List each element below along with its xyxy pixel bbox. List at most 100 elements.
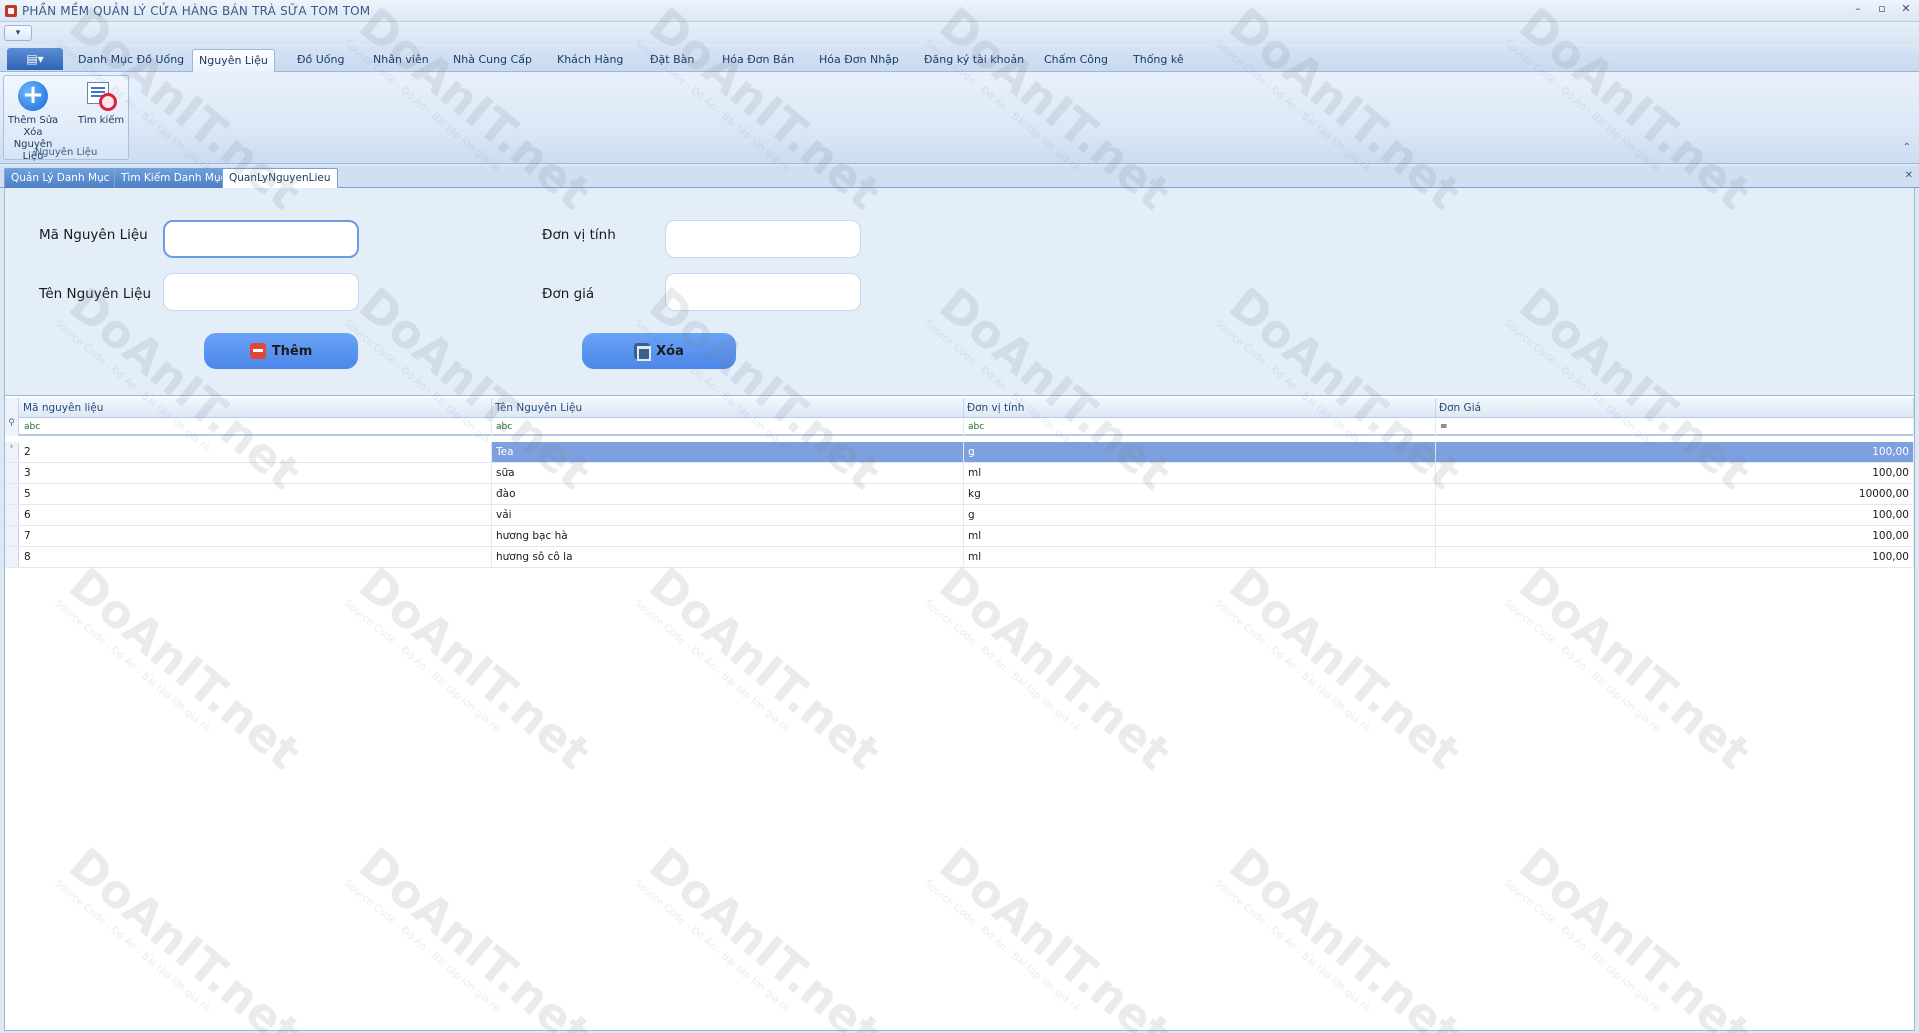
ma-nguyen-lieu-label: Mã Nguyên Liệu <box>39 227 148 243</box>
tab-nha-cung-cap[interactable]: Nhà Cung Cấp <box>447 49 538 72</box>
filter-cell-don-gia[interactable]: = <box>1436 418 1914 436</box>
search-document-icon <box>85 81 117 111</box>
app-icon <box>5 4 17 17</box>
quick-access-dropdown[interactable]: ▾ <box>4 25 32 41</box>
application-menu-button[interactable]: ▤▾ <box>7 48 63 70</box>
close-document-icon[interactable]: ✕ <box>1905 170 1913 181</box>
ribbon-group-caption: Nguyên Liệu <box>34 147 98 158</box>
add-button[interactable]: Thêm <box>204 333 358 369</box>
tab-nguyen-lieu[interactable]: Nguyên Liệu <box>192 49 275 72</box>
cell-ma[interactable]: 8 <box>20 547 492 567</box>
tab-thong-ke[interactable]: Thống kê <box>1127 49 1190 72</box>
cell-don-gia[interactable]: 100,00 <box>1436 442 1914 462</box>
ribbon-group-nguyen-lieu: + Thêm Sửa Xóa Nguyên Liệu Tìm kiếm Nguy… <box>3 75 130 162</box>
cell-ten[interactable]: Tea <box>492 442 964 462</box>
search-ingredient-button[interactable]: Tìm kiếm <box>72 78 130 144</box>
add-button-label: Thêm <box>271 343 313 359</box>
ten-nguyen-lieu-input[interactable] <box>163 273 359 311</box>
tab-tim-kiem-danh-muc[interactable]: Tìm Kiếm Danh Mục <box>114 168 234 188</box>
row-indicator[interactable] <box>5 505 19 525</box>
minimize-button[interactable]: – <box>1851 2 1865 15</box>
table-row[interactable]: 7 hương bạc hà ml 100,00 <box>5 526 1914 547</box>
ingredient-form: Mã Nguyên Liệu Tên Nguyên Liệu Đơn vị tí… <box>4 188 1915 395</box>
grid-header: Mã nguyên liệu Tên Nguyên Liệu Đơn vị tí… <box>5 398 1914 418</box>
ten-nguyen-lieu-label: Tên Nguyên Liệu <box>39 286 152 302</box>
tab-nhan-vien[interactable]: Nhân viên <box>367 49 435 72</box>
filter-cell-ma[interactable]: abc <box>20 418 492 436</box>
row-focus-indicator-icon[interactable]: › <box>5 442 19 462</box>
cell-ma[interactable]: 5 <box>20 484 492 504</box>
table-row[interactable]: 8 hương sô cô la ml 100,00 <box>5 547 1914 568</box>
cell-don-vi[interactable]: ml <box>964 547 1436 567</box>
cell-don-vi[interactable]: ml <box>964 463 1436 483</box>
trash-icon <box>634 343 652 361</box>
cell-ten[interactable]: sữa <box>492 463 964 483</box>
cell-ma[interactable]: 6 <box>20 505 492 525</box>
cell-ma[interactable]: 7 <box>20 526 492 546</box>
search-label: Tìm kiếm <box>77 115 125 126</box>
cell-ten[interactable]: hương bạc hà <box>492 526 964 546</box>
delete-button[interactable]: Xóa <box>582 333 736 369</box>
ingredient-grid: Mã nguyên liệu Tên Nguyên Liệu Đơn vị tí… <box>4 395 1915 1031</box>
cell-don-vi[interactable]: kg <box>964 484 1436 504</box>
maximize-button[interactable]: ▫ <box>1875 2 1889 15</box>
tab-dang-ky-tai-khoan[interactable]: Đăng ký tài khoản <box>918 49 1030 72</box>
don-vi-tinh-input[interactable] <box>665 220 861 258</box>
table-row[interactable]: 5 đào kg 10000,00 <box>5 484 1914 505</box>
don-gia-input[interactable] <box>665 273 861 311</box>
table-row[interactable]: › 2 Tea g 100,00 <box>5 442 1914 463</box>
column-header-ten[interactable]: Tên Nguyên Liệu <box>492 398 964 418</box>
header-indicator <box>5 398 19 418</box>
cell-don-vi[interactable]: g <box>964 442 1436 462</box>
row-indicator[interactable] <box>5 463 19 483</box>
collapse-ribbon-icon[interactable]: ⌃ <box>1903 142 1911 153</box>
close-button[interactable]: ✕ <box>1899 2 1913 15</box>
cell-don-vi[interactable]: g <box>964 505 1436 525</box>
window-title: PHẦN MỀM QUẢN LÝ CỬA HÀNG BÁN TRÀ SỮA TO… <box>22 3 371 18</box>
window-controls: – ▫ ✕ <box>1851 2 1913 15</box>
cell-ten[interactable]: vải <box>492 505 964 525</box>
column-header-ma[interactable]: Mã nguyên liệu <box>20 398 492 418</box>
document-tabs: Quản Lý Danh Mục Tìm Kiếm Danh Mục QuanL… <box>0 166 1919 188</box>
app-menu-icon: ▤▾ <box>26 52 44 66</box>
filter-icon: ⚲ <box>5 418 19 436</box>
cell-ma[interactable]: 2 <box>20 442 492 462</box>
row-indicator[interactable] <box>5 547 19 567</box>
tab-quan-ly-nguyen-lieu[interactable]: QuanLyNguyenLieu <box>222 168 338 188</box>
cell-ten[interactable]: hương sô cô la <box>492 547 964 567</box>
filter-cell-don-vi[interactable]: abc <box>964 418 1436 436</box>
table-row[interactable]: 3 sữa ml 100,00 <box>5 463 1914 484</box>
auto-filter-row: ⚲ abc abc abc = <box>5 418 1914 436</box>
tab-khach-hang[interactable]: Khách Hàng <box>551 49 629 72</box>
tab-danh-muc-do-uong[interactable]: Danh Mục Đồ Uống <box>72 49 190 72</box>
ma-nguyen-lieu-input[interactable] <box>163 220 359 258</box>
cell-don-vi[interactable]: ml <box>964 526 1436 546</box>
row-indicator[interactable] <box>5 484 19 504</box>
cell-don-gia[interactable]: 100,00 <box>1436 463 1914 483</box>
tab-cham-cong[interactable]: Chấm Công <box>1038 49 1114 72</box>
tab-dat-ban[interactable]: Đặt Bàn <box>644 49 700 72</box>
tab-hoa-don-nhap[interactable]: Hóa Đơn Nhập <box>813 49 905 72</box>
plus-circle-icon: + <box>18 81 48 111</box>
tab-hoa-don-ban[interactable]: Hóa Đơn Bán <box>716 49 800 72</box>
quick-access-toolbar: ▾ <box>0 22 1919 44</box>
filter-cell-ten[interactable]: abc <box>492 418 964 436</box>
tab-quan-ly-danh-muc[interactable]: Quản Lý Danh Mục <box>4 168 117 188</box>
row-indicator[interactable] <box>5 526 19 546</box>
column-header-don-vi[interactable]: Đơn vị tính <box>964 398 1436 418</box>
cell-don-gia[interactable]: 100,00 <box>1436 547 1914 567</box>
cell-don-gia[interactable]: 10000,00 <box>1436 484 1914 504</box>
cell-don-gia[interactable]: 100,00 <box>1436 505 1914 525</box>
ribbon-panel: + Thêm Sửa Xóa Nguyên Liệu Tìm kiếm Nguy… <box>0 72 1919 164</box>
tab-do-uong[interactable]: Đồ Uống <box>291 49 351 72</box>
ribbon-tabs: ▤▾ Danh Mục Đồ Uống Nguyên Liệu Đồ Uống … <box>0 46 1919 72</box>
don-vi-tinh-label: Đơn vị tính <box>542 227 616 243</box>
cell-ten[interactable]: đào <box>492 484 964 504</box>
cell-don-gia[interactable]: 100,00 <box>1436 526 1914 546</box>
column-header-don-gia[interactable]: Đơn Giá <box>1436 398 1914 418</box>
don-gia-label: Đơn giá <box>542 286 595 302</box>
table-row[interactable]: 6 vải g 100,00 <box>5 505 1914 526</box>
add-edit-delete-ingredient-button[interactable]: + Thêm Sửa Xóa Nguyên Liệu <box>4 78 62 162</box>
delete-button-label: Xóa <box>656 343 684 359</box>
cell-ma[interactable]: 3 <box>20 463 492 483</box>
